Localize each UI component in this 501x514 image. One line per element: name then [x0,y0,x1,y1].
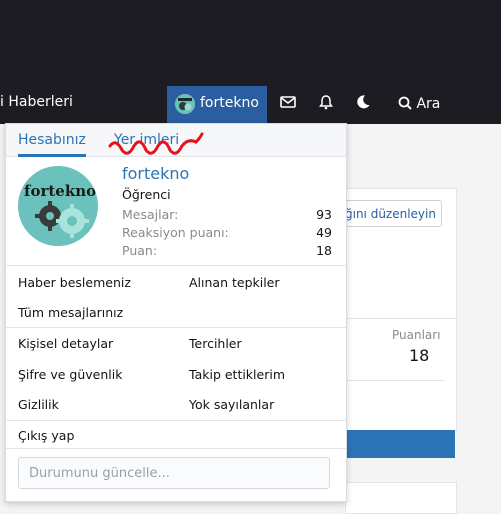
stat-label: Mesajlar: [122,207,179,222]
stat-value: 93 [316,207,332,222]
user-avatar [175,94,195,114]
divider [6,448,346,449]
stat-label: Puan: [122,243,158,258]
user-role: Öğrenci [122,187,171,202]
stat-label: Reaksiyon puanı: [122,225,229,240]
divider [6,327,346,328]
username-label: fortekno [200,95,259,111]
link-privacy[interactable]: Gizlilik [18,397,59,412]
search-label: Ara [416,96,441,112]
points-value: 18 [409,346,430,365]
menu-tabs: Hesabınız Yer imleri [6,124,346,157]
accent-bar [345,430,455,458]
stat-reactions: Reaksiyon puanı: 49 [122,225,332,240]
stat-messages: Mesajlar: 93 [122,207,332,222]
logo-text: fortekno [24,182,96,200]
red-squiggle-annotation [108,132,204,155]
bottom-panel [345,482,457,514]
link-all-messages[interactable]: Tüm mesajlarınız [18,305,123,320]
search-icon [398,96,416,112]
stat-value: 18 [316,243,332,258]
divider [345,380,445,381]
stat-points: Puan: 18 [122,243,332,258]
link-ignored[interactable]: Yok sayılanlar [189,397,274,412]
stat-value: 49 [316,225,332,240]
profile-username-link[interactable]: fortekno [122,164,189,183]
link-password-security[interactable]: Şifre ve güvenlik [18,367,122,382]
user-logo-image: fortekno [18,166,98,246]
bell-icon[interactable] [318,94,334,114]
points-label: Puanları [392,328,441,342]
link-preferences[interactable]: Tercihler [189,336,242,351]
user-account-tab[interactable]: fortekno [167,86,267,124]
logout-link[interactable]: Çıkış yap [18,428,74,443]
search-button[interactable]: Ara [398,96,440,112]
edit-profile-button[interactable]: ğını düzenleyin [338,200,442,227]
link-following[interactable]: Takip ettiklerim [189,367,285,382]
nav-item-news[interactable]: i Haberleri [0,94,73,110]
link-reactions-received[interactable]: Alınan tepkiler [189,275,280,290]
tab-account[interactable]: Hesabınız [18,132,86,157]
status-update-input[interactable]: Durumunu güncelle... [18,457,330,489]
link-personal-details[interactable]: Kişisel detaylar [18,336,113,351]
envelope-icon[interactable] [280,94,296,113]
link-news-feed[interactable]: Haber beslemeniz [18,275,131,290]
top-banner [0,0,501,82]
moon-icon[interactable] [355,94,371,114]
account-dropdown-menu: Hesabınız Yer imleri fortekno fortekno Ö… [5,123,347,502]
divider [6,420,346,421]
divider [6,265,346,266]
